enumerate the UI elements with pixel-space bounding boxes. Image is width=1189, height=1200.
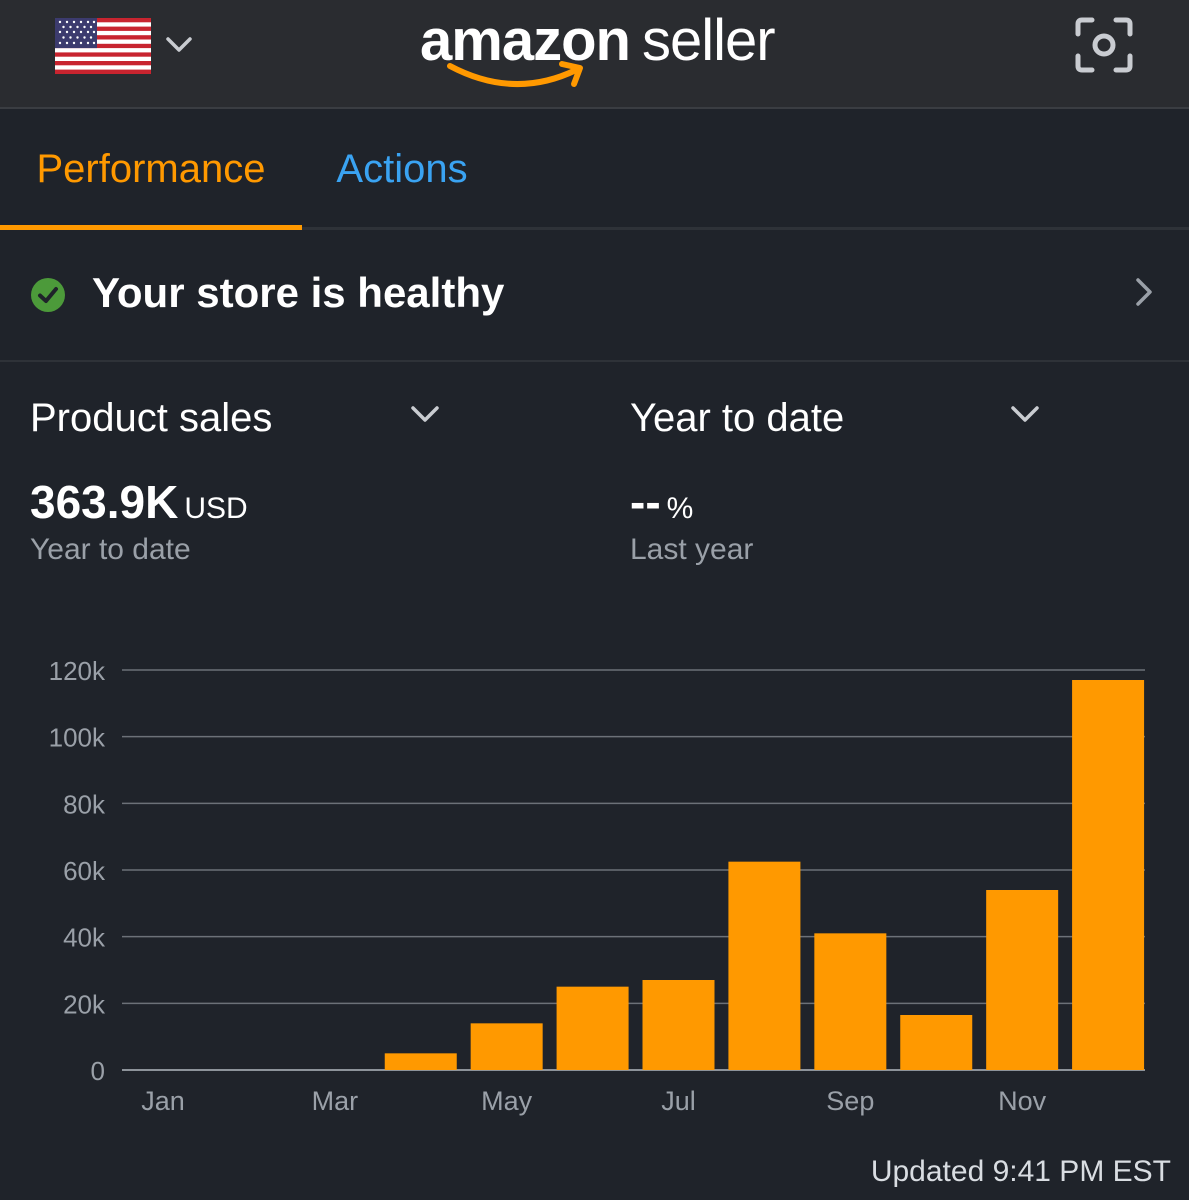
store-health-row[interactable]: Your store is healthy bbox=[0, 230, 1189, 362]
sales-caption: Year to date bbox=[30, 533, 191, 566]
x-tick-label: Nov bbox=[998, 1086, 1047, 1116]
country-selector[interactable] bbox=[55, 18, 205, 76]
metric-dropdown[interactable]: Product sales bbox=[30, 390, 440, 450]
sales-amount: 363.9K bbox=[30, 476, 179, 528]
check-circle-icon bbox=[31, 278, 65, 312]
y-tick-label: 40k bbox=[63, 923, 106, 953]
x-tick-label: Jul bbox=[661, 1086, 696, 1116]
x-tick-label: Mar bbox=[312, 1086, 359, 1116]
store-health-text: Your store is healthy bbox=[92, 269, 505, 316]
us-flag-icon bbox=[55, 18, 151, 74]
updated-timestamp: Updated 9:41 PM EST bbox=[870, 1155, 1171, 1188]
x-tick-label: May bbox=[481, 1086, 533, 1116]
sales-value: 363.9K USD bbox=[30, 474, 248, 537]
comparison-unit: % bbox=[666, 492, 694, 525]
bar-apr bbox=[384, 1053, 457, 1070]
bar-aug bbox=[728, 861, 801, 1070]
chevron-down-icon bbox=[1011, 406, 1039, 422]
tab-performance[interactable]: Performance bbox=[0, 109, 302, 230]
y-tick-label: 120k bbox=[49, 656, 106, 686]
comparison-caption: Last year bbox=[630, 533, 754, 566]
sales-bar-chart: 0 20k 40k 60k 80k 100k 120k Jan Mar May Jul Sep Nov bbox=[49, 656, 1145, 1116]
bar-dec bbox=[1072, 680, 1145, 1070]
metric-dropdown-label: Product sales bbox=[30, 396, 273, 440]
top-bar: amazon seller bbox=[0, 0, 1189, 109]
logo-seller-text: seller bbox=[641, 8, 776, 73]
camera-scan-icon[interactable] bbox=[1074, 16, 1134, 74]
tab-actions[interactable]: Actions bbox=[302, 109, 502, 227]
chevron-down-icon bbox=[166, 37, 192, 52]
chevron-right-icon bbox=[1136, 278, 1152, 306]
y-tick-label: 0 bbox=[91, 1056, 105, 1086]
bar-oct bbox=[900, 1015, 973, 1070]
x-tick-label: Sep bbox=[826, 1086, 874, 1116]
chevron-down-icon bbox=[411, 406, 439, 422]
comparison-value: --% bbox=[630, 474, 693, 537]
amazon-seller-logo: amazon seller bbox=[420, 6, 780, 96]
bar-nov bbox=[986, 890, 1059, 1070]
period-dropdown[interactable]: Year to date bbox=[630, 390, 1040, 450]
comparison-amount: -- bbox=[630, 476, 661, 528]
sales-unit: USD bbox=[184, 492, 248, 525]
y-tick-label: 80k bbox=[63, 789, 106, 819]
x-tick-label: Jan bbox=[141, 1086, 185, 1116]
period-dropdown-label: Year to date bbox=[630, 396, 845, 440]
y-tick-label: 20k bbox=[63, 989, 106, 1019]
bar-may bbox=[470, 1023, 543, 1070]
bar-jun bbox=[556, 986, 629, 1070]
amazon-smile-icon bbox=[447, 61, 583, 87]
y-tick-label: 60k bbox=[63, 856, 106, 886]
tab-bar: Performance Actions bbox=[0, 109, 1189, 230]
y-tick-label: 100k bbox=[49, 723, 106, 753]
bar-sep bbox=[814, 933, 887, 1070]
bar-jul bbox=[642, 980, 715, 1070]
